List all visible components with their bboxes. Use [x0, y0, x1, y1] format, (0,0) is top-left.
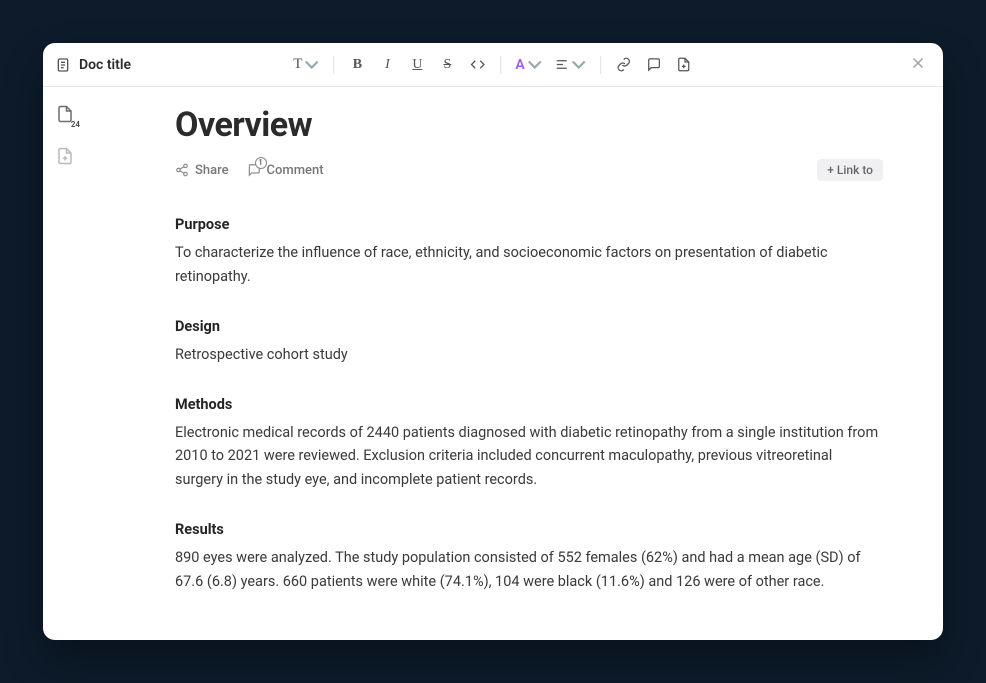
align-dropdown[interactable]: [550, 52, 590, 78]
doc-title[interactable]: Doc title: [79, 57, 131, 73]
section-heading: Methods: [175, 393, 883, 417]
section-results: Results 890 eyes were analyzed. The stud…: [175, 518, 883, 594]
comment-count-badge: 1: [255, 157, 267, 169]
text-color-dropdown[interactable]: A: [511, 52, 545, 78]
section-body: Retrospective cohort study: [175, 343, 883, 367]
code-button[interactable]: [464, 52, 490, 78]
section-purpose: Purpose To characterize the influence of…: [175, 213, 883, 289]
section-methods: Methods Electronic medical records of 24…: [175, 393, 883, 493]
toolbar-left: Doc title: [55, 57, 131, 73]
share-button[interactable]: Share: [175, 163, 229, 178]
share-icon: [175, 163, 189, 177]
close-button[interactable]: [905, 50, 931, 80]
comment-action-button[interactable]: 1 Comment: [247, 163, 324, 178]
underline-button[interactable]: U: [404, 52, 430, 78]
page-title[interactable]: Overview: [175, 105, 883, 145]
toolbar-right: [905, 50, 931, 80]
separator: [333, 56, 334, 74]
comment-label: Comment: [267, 163, 324, 178]
insert-button[interactable]: [671, 52, 697, 78]
comment-button[interactable]: [641, 52, 667, 78]
left-rail: 24: [43, 87, 87, 640]
rail-page-badge: 24: [71, 120, 80, 129]
rail-add-page-button[interactable]: [52, 143, 78, 169]
text-style-dropdown[interactable]: T: [289, 52, 323, 78]
italic-button[interactable]: I: [374, 52, 400, 78]
doc-icon: [55, 57, 71, 73]
share-label: Share: [195, 163, 229, 178]
section-body: To characterize the influence of race, e…: [175, 241, 883, 289]
bold-button[interactable]: B: [344, 52, 370, 78]
separator: [500, 56, 501, 74]
section-heading: Purpose: [175, 213, 883, 237]
strikethrough-button[interactable]: S: [434, 52, 460, 78]
section-body: Electronic medical records of 2440 patie…: [175, 421, 883, 493]
separator: [600, 56, 601, 74]
section-design: Design Retrospective cohort study: [175, 315, 883, 367]
link-button[interactable]: [611, 52, 637, 78]
section-heading: Results: [175, 518, 883, 542]
link-to-button[interactable]: + Link to: [817, 159, 883, 181]
body-area: 24 Overview Share 1 Comment + Link to: [43, 87, 943, 640]
editor-window: Doc title T B I U S A: [43, 43, 943, 640]
section-heading: Design: [175, 315, 883, 339]
toolbar: Doc title T B I U S A: [43, 43, 943, 87]
rail-page-button[interactable]: 24: [52, 101, 78, 127]
page-actions: Share 1 Comment + Link to: [175, 159, 883, 181]
toolbar-formatting: T B I U S A: [289, 52, 697, 78]
document-content[interactable]: Overview Share 1 Comment + Link to Purpo…: [87, 87, 943, 640]
section-body: 890 eyes were analyzed. The study popula…: [175, 546, 883, 594]
